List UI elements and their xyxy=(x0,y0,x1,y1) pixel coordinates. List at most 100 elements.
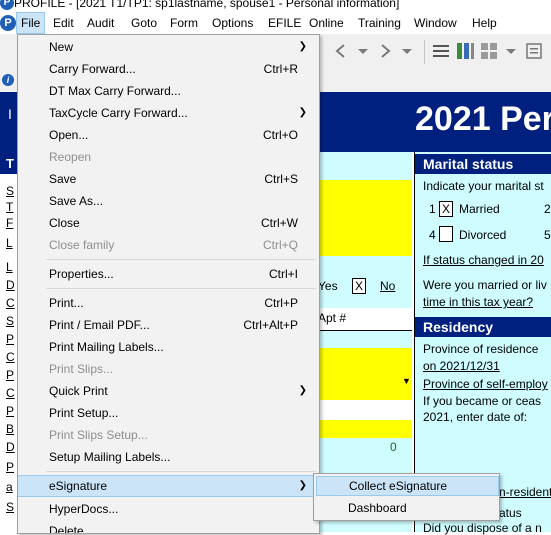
menu-item-dt-max-carry-forward[interactable]: DT Max Carry Forward... xyxy=(18,80,319,102)
enter-date-label: 2021, enter date of: xyxy=(423,410,528,424)
left-link[interactable]: D xyxy=(6,440,15,454)
menu-item-open[interactable]: Open... Ctrl+O xyxy=(18,124,319,146)
menu-item-taxcycle-carry-forward[interactable]: TaxCycle Carry Forward... ❯ xyxy=(18,102,319,124)
menu-item-shortcut: Ctrl+I xyxy=(268,267,298,281)
left-link[interactable]: C xyxy=(6,296,15,310)
left-link[interactable]: L xyxy=(6,260,13,274)
yes-label: Yes xyxy=(318,279,338,293)
menu-item-label: Open... xyxy=(49,128,89,142)
menu-item-quick-print[interactable]: Quick Print ❯ xyxy=(18,380,319,402)
married-checkbox[interactable]: X xyxy=(439,201,453,217)
left-link[interactable]: F xyxy=(6,216,13,230)
left-link[interactable]: B xyxy=(6,422,14,436)
menu-item-save-as[interactable]: Save As... xyxy=(18,190,319,212)
menu-item-properties[interactable]: Properties... Ctrl+I xyxy=(18,263,319,285)
residency-header: Residency xyxy=(415,317,551,337)
toolbar-list-icon[interactable] xyxy=(524,40,546,62)
left-link[interactable]: S xyxy=(6,314,14,328)
menu-item-hyperdocs[interactable]: HyperDocs... xyxy=(18,498,319,520)
menu-item-label: Reopen xyxy=(49,150,92,164)
menu-item-label: Quick Print xyxy=(49,384,108,398)
divorced-checkbox[interactable] xyxy=(439,226,453,242)
file-menu-dropdown: New ❯ Carry Forward... Ctrl+R DT Max Car… xyxy=(17,34,320,534)
left-header-text: T xyxy=(6,156,14,171)
left-link[interactable]: T xyxy=(6,200,13,214)
menu-help[interactable]: Help xyxy=(468,12,501,34)
menu-item-new[interactable]: New ❯ xyxy=(18,36,319,58)
menu-item-label: Close family xyxy=(49,238,115,252)
left-link[interactable]: P xyxy=(6,404,14,418)
menu-efile[interactable]: EFILE xyxy=(264,12,305,34)
married-label: Married xyxy=(459,202,500,216)
menu-window[interactable]: Window xyxy=(410,12,461,34)
menu-audit[interactable]: Audit xyxy=(83,12,118,34)
submenu-item-collect-esignature[interactable]: Collect eSignature xyxy=(316,476,499,496)
info-icon[interactable]: i xyxy=(2,74,14,86)
toolbar-forward-icon[interactable] xyxy=(374,40,396,62)
left-link[interactable]: P xyxy=(6,460,14,474)
submenu-item-dashboard[interactable]: Dashboard xyxy=(316,498,497,518)
menu-item-save[interactable]: Save Ctrl+S xyxy=(18,168,319,190)
left-link[interactable]: L xyxy=(6,236,13,250)
apt-label: Apt # xyxy=(318,311,347,325)
menu-edit[interactable]: Edit xyxy=(49,12,78,34)
non-resident-link[interactable]: n-resident xyxy=(499,485,551,499)
menu-item-reopen: Reopen xyxy=(18,146,319,168)
marital-status-header: Marital status xyxy=(415,154,551,174)
form-title: 2021 Pers xyxy=(415,100,551,138)
left-link[interactable]: C xyxy=(6,386,15,400)
menu-item-setup-mailing-labels[interactable]: Setup Mailing Labels... xyxy=(18,446,319,468)
menu-item-close[interactable]: Close Ctrl+W xyxy=(18,212,319,234)
yellow-field-3[interactable] xyxy=(318,420,412,438)
submenu-item-label: Collect eSignature xyxy=(349,479,448,493)
toolbar-separator xyxy=(424,40,425,64)
submenu-arrow-icon: ❯ xyxy=(298,480,307,491)
menu-file[interactable]: File xyxy=(16,12,46,34)
toolbar-dropdown-icon-2[interactable] xyxy=(396,40,418,62)
residency-title: Residency xyxy=(423,319,494,335)
status-label: atus xyxy=(499,506,522,520)
menu-options[interactable]: Options xyxy=(208,12,257,34)
menu-item-print-email-pdf[interactable]: Print / Email PDF... Ctrl+Alt+P xyxy=(18,314,319,336)
toolbar-back-icon[interactable] xyxy=(330,40,352,62)
left-link[interactable]: S xyxy=(6,184,14,198)
menu-item-shortcut: Ctrl+O xyxy=(262,128,298,142)
left-link[interactable]: S xyxy=(6,500,14,514)
menu-form[interactable]: Form xyxy=(166,12,202,34)
menu-item-label: Print Setup... xyxy=(49,406,119,420)
apt-field-row: Apt # xyxy=(318,308,412,331)
menu-item-print[interactable]: Print... Ctrl+P xyxy=(18,292,319,314)
menu-item-carry-forward[interactable]: Carry Forward... Ctrl+R xyxy=(18,58,319,80)
field-dropdown-icon[interactable]: ▼ xyxy=(402,376,411,386)
left-link[interactable]: P xyxy=(6,368,14,382)
menu-item-label: Print Slips... xyxy=(49,362,114,376)
menu-item-label: HyperDocs... xyxy=(49,502,119,516)
menu-training[interactable]: Training xyxy=(354,12,405,34)
toolbar-columns-icon[interactable] xyxy=(454,40,476,62)
menu-goto[interactable]: Goto xyxy=(127,12,161,34)
menu-item-esignature[interactable]: eSignature ❯ xyxy=(18,475,319,497)
time-in-year-link[interactable]: time in this tax year? xyxy=(423,295,533,309)
menu-separator xyxy=(46,259,316,260)
status-changed-link[interactable]: If status changed in 20 xyxy=(423,253,544,267)
yellow-field-2[interactable] xyxy=(318,348,412,400)
left-link[interactable]: D xyxy=(6,278,15,292)
on-date-label: on 2021/12/31 xyxy=(423,359,500,373)
toolbar-grid-icon[interactable] xyxy=(478,40,500,62)
yes-no-checkbox[interactable]: X xyxy=(352,278,366,294)
toolbar-dropdown-icon-3[interactable] xyxy=(500,40,522,62)
submenu-item-label: Dashboard xyxy=(348,501,407,515)
esignature-submenu: Collect eSignature Dashboard xyxy=(313,473,500,521)
toolbar-menu-icon[interactable] xyxy=(430,40,452,62)
yellow-field[interactable] xyxy=(318,180,412,256)
menu-item-print-mailing-labels[interactable]: Print Mailing Labels... xyxy=(18,336,319,358)
toolbar-dropdown-icon[interactable] xyxy=(352,40,374,62)
left-link[interactable]: C xyxy=(6,350,15,364)
menu-online[interactable]: Online xyxy=(305,12,348,34)
app-menu-icon[interactable]: P xyxy=(0,15,16,31)
numeric-value: 0 xyxy=(390,440,397,454)
left-link[interactable]: P xyxy=(6,332,14,346)
left-link[interactable]: a xyxy=(6,480,13,494)
white-field[interactable] xyxy=(318,400,412,420)
menu-item-print-setup[interactable]: Print Setup... xyxy=(18,402,319,424)
